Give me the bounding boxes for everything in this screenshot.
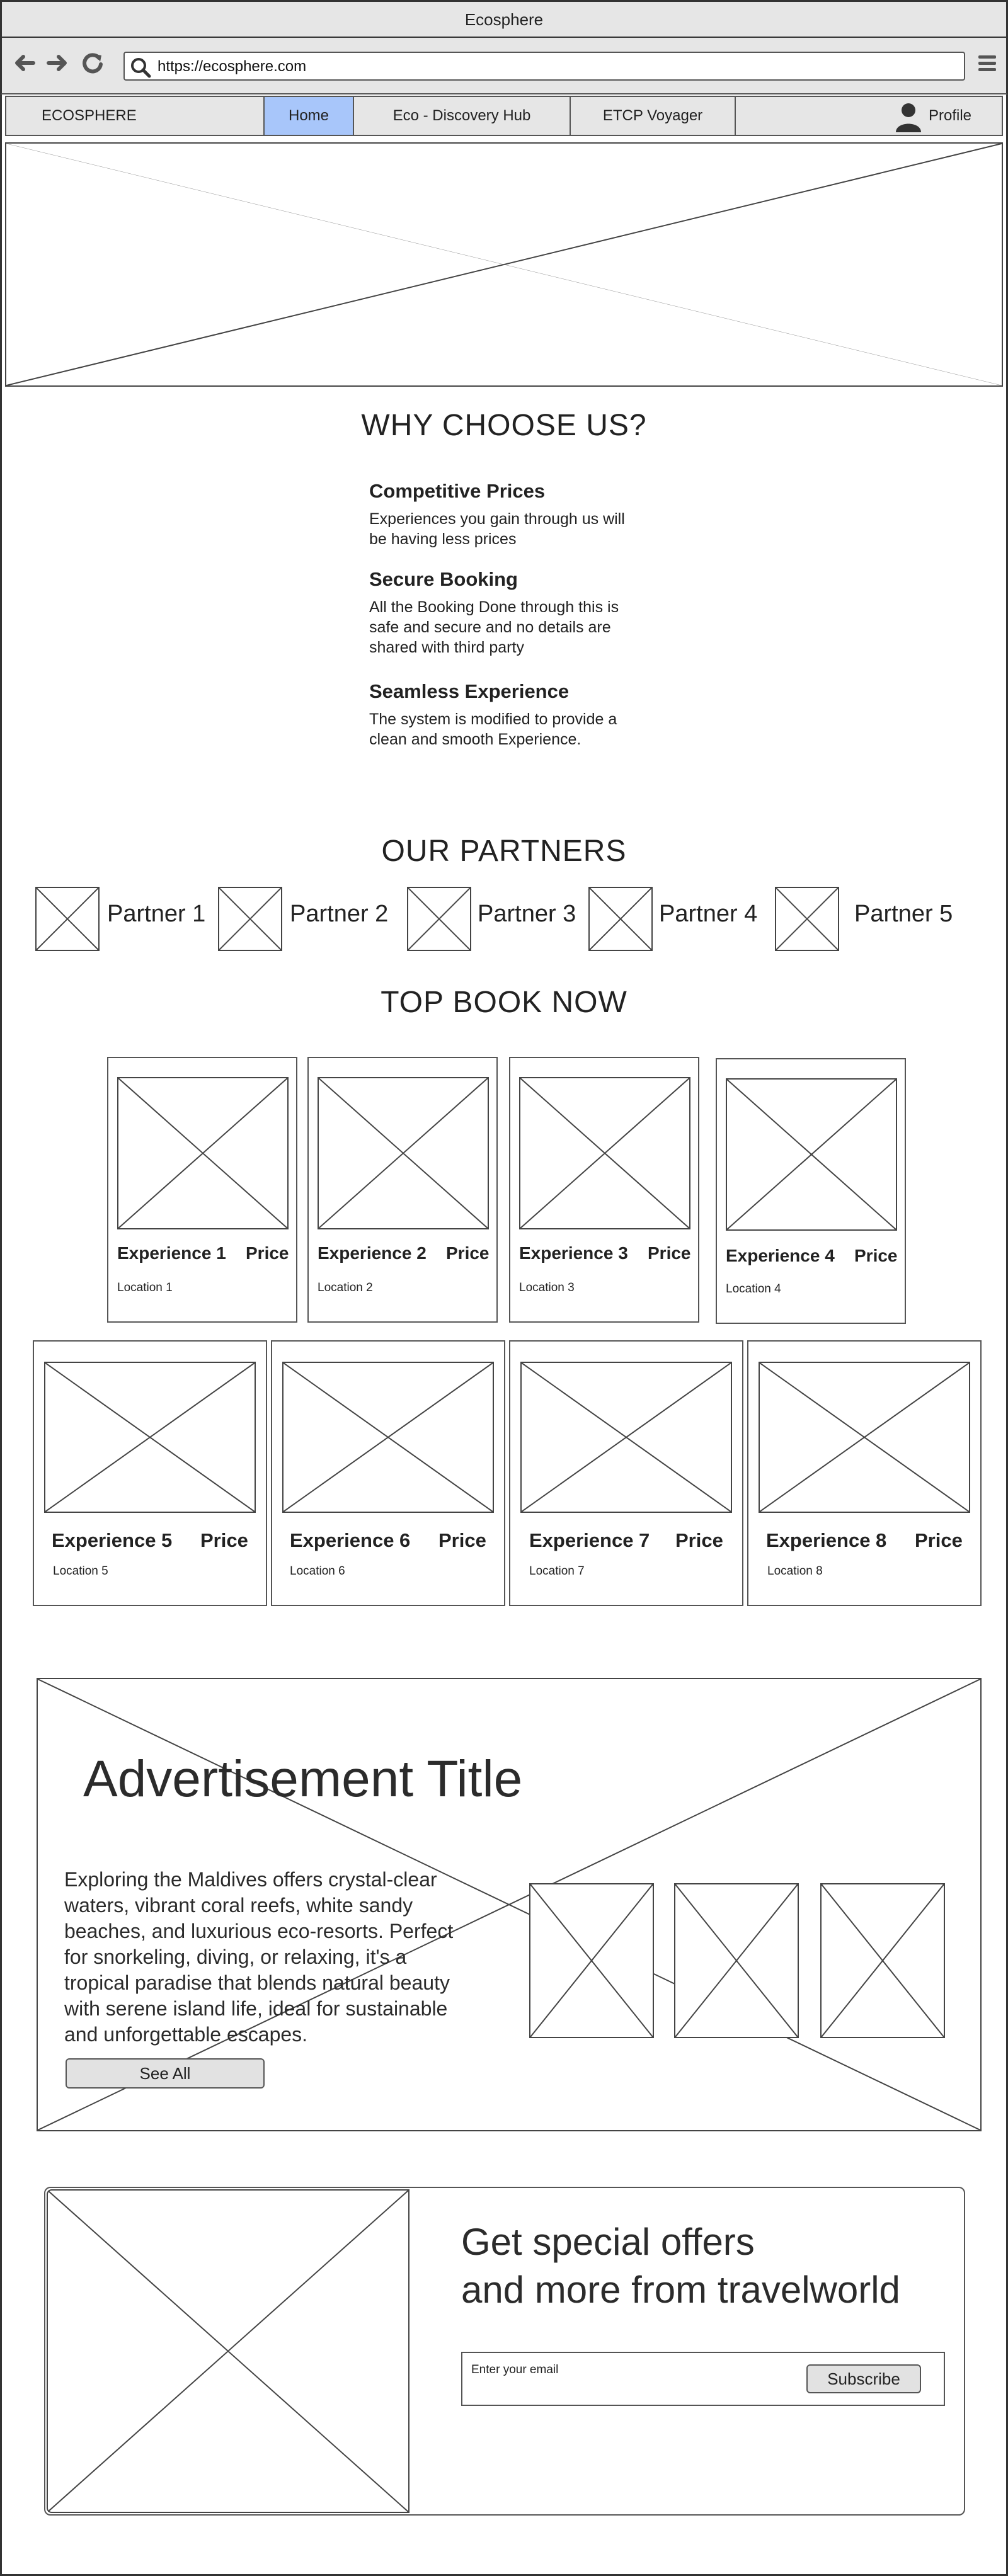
newsletter-image — [47, 2189, 410, 2513]
forward-arrow-icon[interactable] — [45, 50, 70, 76]
feature-desc: Experiences you gain through us will be … — [369, 510, 625, 548]
nav-item-etcp-voyager[interactable]: ETCP Voyager — [571, 97, 736, 135]
experience-card[interactable]: Experience 8 Price Location 8 — [747, 1340, 982, 1606]
experience-card[interactable]: Experience 5 Price Location 5 — [33, 1340, 267, 1606]
why-heading: WHY CHOOSE US? — [361, 409, 647, 442]
partner-logo — [35, 887, 100, 951]
experience-location: Location 3 — [519, 1281, 575, 1294]
experience-card[interactable]: Experience 4 Price Location 4 — [716, 1058, 906, 1324]
experience-price: Price — [446, 1243, 490, 1263]
experience-image — [318, 1077, 489, 1229]
advertisement-title: Advertisement Title — [83, 1750, 523, 1808]
brand-logo[interactable]: ECOSPHERE — [6, 97, 265, 135]
feature-competitive-prices: Competitive Prices Experiences you gain … — [369, 480, 659, 549]
experience-price: Price — [854, 1246, 898, 1265]
feature-seamless-experience: Seamless Experience The system is modifi… — [369, 680, 659, 749]
experience-name: Experience 2 — [318, 1243, 427, 1263]
partner-logo — [588, 887, 653, 951]
menu-icon[interactable] — [975, 50, 1000, 76]
search-icon — [130, 57, 151, 78]
advertisement-thumbnail — [674, 1883, 799, 2038]
newsletter-title: Get special offers and more from travelw… — [461, 2221, 900, 2311]
user-icon — [895, 102, 922, 132]
back-arrow-icon[interactable] — [12, 50, 37, 76]
experience-card[interactable]: Experience 6 Price Location 6 — [271, 1340, 505, 1606]
experience-card[interactable]: Experience 3 Price Location 3 — [509, 1057, 699, 1323]
experience-image — [44, 1362, 256, 1513]
partner-logo — [218, 887, 282, 951]
nav-item-discovery-hub-label: Eco - Discovery Hub — [392, 107, 531, 124]
experience-location: Location 5 — [53, 1564, 108, 1578]
nav-item-etcp-voyager-label: ETCP Voyager — [602, 107, 703, 124]
experience-image — [759, 1362, 970, 1513]
experience-location: Location 1 — [117, 1281, 173, 1294]
hero-image — [5, 142, 1003, 387]
feature-desc: The system is modified to provide a clea… — [369, 710, 617, 748]
nav-item-home-label: Home — [288, 107, 329, 124]
profile-link[interactable]: Profile — [886, 97, 1002, 135]
experience-name: Experience 5 — [52, 1529, 173, 1551]
nav-bar: ECOSPHERE Home Eco - Discovery Hub ETCP … — [5, 96, 1003, 136]
partner-name: Partner 4 — [659, 901, 758, 927]
reload-icon[interactable] — [80, 50, 105, 76]
experience-name: Experience 1 — [117, 1243, 226, 1263]
advertisement-text: Exploring the Maldives offers crystal-cl… — [64, 1868, 454, 2046]
partner-name: Partner 2 — [290, 901, 389, 927]
subscribe-button[interactable]: Subscribe — [806, 2364, 921, 2393]
url-input[interactable]: https://ecosphere.com — [123, 52, 965, 81]
advertisement-thumbnail — [820, 1883, 945, 2038]
experience-location: Location 6 — [290, 1564, 345, 1578]
partner-name: Partner 1 — [107, 901, 206, 927]
experience-card[interactable]: Experience 2 Price Location 2 — [307, 1057, 498, 1323]
nav-item-home[interactable]: Home — [265, 97, 354, 135]
experience-name: Experience 3 — [519, 1243, 628, 1263]
partner-name: Partner 3 — [478, 901, 576, 927]
partners-heading: OUR PARTNERS — [381, 835, 627, 868]
experience-image — [117, 1077, 289, 1229]
feature-title: Competitive Prices — [369, 480, 546, 502]
experience-location: Location 7 — [529, 1564, 585, 1578]
partner-name: Partner 5 — [854, 901, 953, 927]
partner-logo — [775, 887, 839, 951]
experience-card[interactable]: Experience 1 Price Location 1 — [107, 1057, 297, 1323]
experience-location: Location 4 — [726, 1282, 781, 1296]
feature-title: Seamless Experience — [369, 680, 570, 702]
experience-location: Location 8 — [767, 1564, 823, 1578]
experience-name: Experience 8 — [766, 1529, 887, 1551]
feature-desc: All the Booking Done through this is saf… — [369, 598, 619, 656]
partner-logo — [407, 887, 471, 951]
experience-price: Price — [648, 1243, 691, 1263]
top-book-heading: TOP BOOK NOW — [381, 986, 627, 1019]
advertisement-thumbnail — [529, 1883, 654, 2038]
see-all-button[interactable]: See All — [66, 2058, 265, 2089]
experience-price: Price — [438, 1529, 486, 1551]
experience-price: Price — [200, 1529, 248, 1551]
experience-price: Price — [915, 1529, 963, 1551]
url-text: https://ecosphere.com — [158, 58, 307, 75]
feature-title: Secure Booking — [369, 568, 518, 590]
feature-secure-booking: Secure Booking All the Booking Done thro… — [369, 568, 659, 658]
experience-name: Experience 7 — [529, 1529, 650, 1551]
window-title: Ecosphere — [0, 0, 1008, 38]
experience-image — [726, 1078, 897, 1231]
nav-item-discovery-hub[interactable]: Eco - Discovery Hub — [354, 97, 571, 135]
email-input[interactable]: Enter your email — [471, 2363, 786, 2388]
profile-label: Profile — [929, 107, 972, 124]
experience-image — [519, 1077, 690, 1229]
experience-card[interactable]: Experience 7 Price Location 7 — [509, 1340, 743, 1606]
experience-name: Experience 4 — [726, 1246, 835, 1265]
experience-price: Price — [246, 1243, 289, 1263]
experience-price: Price — [675, 1529, 723, 1551]
experience-location: Location 2 — [318, 1281, 373, 1294]
email-subscribe-box: Enter your email Subscribe — [461, 2352, 945, 2406]
experience-name: Experience 6 — [290, 1529, 411, 1551]
brand-text: ECOSPHERE — [42, 107, 137, 124]
experience-image — [282, 1362, 494, 1513]
experience-image — [520, 1362, 732, 1513]
